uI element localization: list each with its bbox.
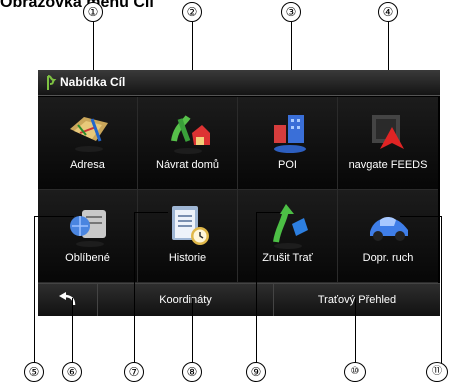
menu-item-cancel-route[interactable]: Zrušit Trať	[238, 190, 338, 283]
callout-4: ④	[378, 2, 398, 22]
route-overview-button[interactable]: Traťový Přehled	[274, 284, 440, 316]
page-heading: Obrazovka menu Cíl	[0, 0, 154, 11]
callout-8: ⑧	[182, 362, 202, 382]
home-icon	[171, 115, 210, 154]
callout-9: ⑨	[246, 362, 266, 382]
title-bar: Nabídka Cíl	[38, 70, 440, 96]
map-pin-icon	[70, 117, 108, 152]
callout-2: ②	[182, 2, 202, 22]
menu-item-label: Adresa	[70, 159, 105, 171]
leader-line-10	[355, 298, 356, 364]
back-arrow-icon	[59, 292, 76, 306]
menu-item-label: Návrat domů	[156, 159, 219, 171]
poi-building-icon	[274, 115, 306, 153]
menu-item-label: Historie	[168, 252, 207, 264]
leader-line-8	[192, 298, 193, 364]
menu-item-label: navgate FEEDS	[348, 159, 428, 171]
menu-item-return-home[interactable]: Návrat domů	[138, 97, 238, 190]
leader-line-5-v	[34, 216, 35, 364]
cancel-route-icon	[273, 204, 308, 249]
menu-item-navgate-feeds[interactable]: navgate FEEDS	[338, 97, 438, 190]
callout-7: ⑦	[124, 362, 144, 382]
traffic-car-icon	[370, 217, 408, 241]
leader-line-11-h	[400, 216, 442, 217]
leader-line-9-v	[256, 212, 257, 364]
back-button[interactable]	[38, 284, 98, 316]
menu-item-label: POI	[278, 159, 297, 171]
menu-grid: Adresa Návrat domů POI navgate FEEDS Obl…	[38, 97, 440, 283]
coordinates-button[interactable]: Koordináty	[98, 284, 274, 316]
flag-icon	[47, 75, 57, 90]
callout-11: ⑪	[426, 362, 448, 382]
callout-1: ①	[83, 2, 103, 22]
menu-item-label: Zrušit Trať	[262, 252, 313, 264]
menu-item-favorites[interactable]: Oblíbené	[38, 190, 138, 283]
menu-item-address[interactable]: Adresa	[38, 97, 138, 190]
screen-title: Nabídka Cíl	[60, 75, 126, 89]
leader-line-11-v	[441, 216, 442, 364]
menu-item-history[interactable]: Historie	[138, 190, 238, 283]
destination-menu-screen: Nabídka Cíl Adresa Návrat domů POI navga…	[38, 70, 440, 316]
leader-line-6	[72, 298, 73, 364]
menu-item-label: Oblíbené	[65, 252, 110, 264]
leader-line-7-h	[134, 212, 168, 213]
menu-item-traffic[interactable]: Dopr. ruch	[338, 190, 438, 283]
callout-6: ⑥	[62, 362, 82, 382]
callout-5: ⑤	[24, 362, 44, 382]
callout-10: ⑩	[344, 362, 366, 382]
menu-item-poi[interactable]: POI	[238, 97, 338, 190]
leader-line-5-h	[34, 216, 74, 217]
feeds-arrow-icon	[372, 115, 404, 149]
leader-line-9-h	[256, 212, 280, 213]
callout-3: ③	[281, 2, 301, 22]
menu-item-label: Dopr. ruch	[362, 252, 414, 264]
leader-line-7-v	[134, 212, 135, 364]
bottom-bar: Koordináty Traťový Přehled	[38, 283, 440, 316]
history-clipboard-icon	[172, 206, 209, 245]
favorites-globe-icon	[70, 210, 106, 247]
